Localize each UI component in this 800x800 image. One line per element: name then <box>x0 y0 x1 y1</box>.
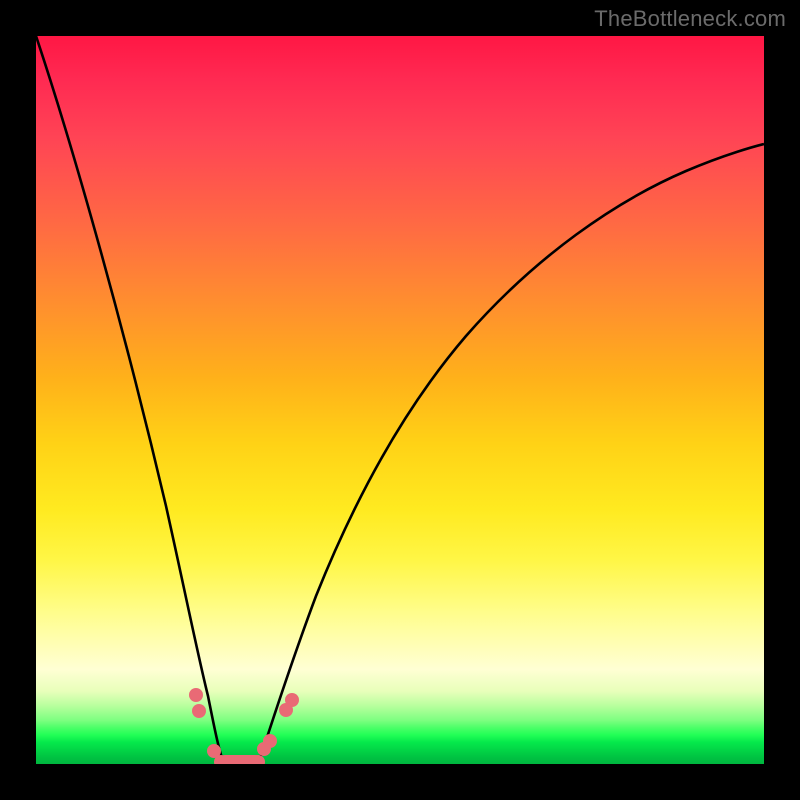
marker-dot <box>192 704 206 718</box>
curve-right-branch <box>258 144 764 764</box>
chart-frame: TheBottleneck.com <box>0 0 800 800</box>
curve-left-branch <box>36 36 226 764</box>
marker-dot <box>251 755 265 764</box>
plot-area <box>36 36 764 764</box>
marker-dot <box>189 688 203 702</box>
curve-layer <box>36 36 764 764</box>
marker-dot <box>263 734 277 748</box>
marker-dot <box>285 693 299 707</box>
watermark-text: TheBottleneck.com <box>594 6 786 32</box>
